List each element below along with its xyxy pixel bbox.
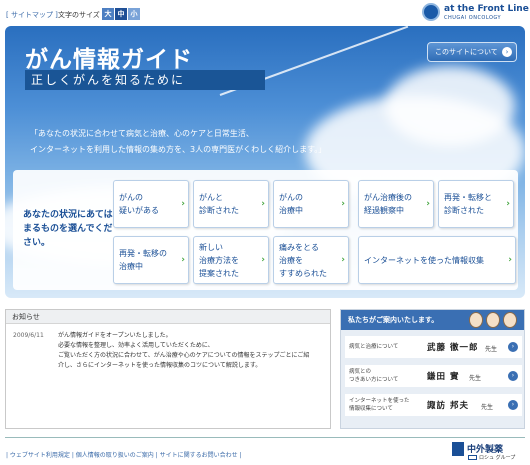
font-size-label: 文字のサイズ (58, 11, 100, 19)
choice-label: 再発・転移と 診断された (444, 193, 492, 215)
page-subtitle: 正しくがんを知るために (25, 70, 265, 90)
guide-suffix: 先生 (481, 404, 494, 411)
brand-name: at the Front Line (444, 4, 529, 14)
doctor-portrait-icon (503, 312, 517, 328)
chevron-right-icon: › (426, 199, 430, 209)
chugai-mark-icon (452, 442, 464, 456)
intro-line: インターネットを利用した情報の集め方を、3人の専門医がくわしく紹介します。」 (30, 145, 327, 154)
chevron-right-icon: › (506, 199, 510, 209)
panel-lead: あなたの状況にあてはまるものを選んでください。 (23, 210, 113, 248)
guide-suffix: 先生 (485, 346, 498, 353)
chevron-right-icon: › (181, 255, 185, 265)
guide-topic: 病気との つきあい方について (349, 369, 399, 383)
choice-label: がんの 治療中 (279, 193, 303, 215)
chevron-right-icon: › (508, 400, 518, 410)
hero-banner: がん情報ガイド 正しくがんを知るために このサイトについて › 「あなたの状況に… (5, 26, 525, 298)
page-title: がん情報ガイド (25, 47, 193, 73)
choice-suspected[interactable]: がんの 疑いがある › (113, 180, 189, 228)
globe-icon (422, 3, 440, 21)
chevron-right-icon: › (341, 255, 345, 265)
chevron-right-icon: › (341, 199, 345, 209)
chevron-right-icon: › (261, 199, 265, 209)
about-site-button[interactable]: このサイトについて › (427, 42, 517, 62)
notice-box: お知らせ 2009/6/11 がん情報ガイドをオープンいたしました。 必要な情報… (5, 309, 331, 429)
choice-label: がんと 診断された (199, 193, 239, 215)
notice-heading: お知らせ (6, 310, 330, 324)
notice-body: がん情報ガイドをオープンいたしました。 必要な情報を整理し、効率よく活用していた… (58, 331, 328, 371)
font-size-large-button[interactable]: 大 (102, 8, 114, 20)
choice-label: がんの 疑いがある (119, 193, 159, 215)
intro-text: 「あなたの状況に合わせて病気と治療、心のケアと日常生活、 インターネットを利用し… (30, 126, 370, 158)
brand-logo[interactable]: at the Front Line CHUGAI ONCOLOGY (422, 2, 529, 24)
chevron-right-icon: › (508, 255, 512, 265)
situation-panel: あなたの状況にあてはまるものを選んでください。 がんの 疑いがある › がんと 診断… (13, 170, 518, 290)
guide-topic: 病気と治療について (349, 344, 399, 350)
guide-name: 武藤 徹一郎 (427, 343, 479, 353)
chevron-right-icon: › (502, 47, 512, 57)
choice-label: がん治療後の 経過観察中 (364, 193, 412, 215)
guide-suffix: 先生 (469, 375, 482, 382)
guide-name: 諏訪 邦夫 (427, 401, 469, 411)
chevron-right-icon: › (508, 342, 518, 352)
choice-pain-treatment[interactable]: 痛みをとる 治療を すすめられた › (273, 236, 349, 284)
about-site-label: このサイトについて (435, 48, 498, 56)
company-logo[interactable]: 中外製薬 ロシュ グループ (452, 441, 522, 461)
chevron-right-icon: › (508, 371, 518, 381)
doctor-portrait-icon (469, 312, 483, 328)
guides-box: 私たちがご案内いたします。 病気と治療について 武藤 徹一郎 先生 › 病気との… (340, 309, 525, 429)
top-bar: [ サイトマップ ] 文字のサイズ 大 中 小 at the Front Lin… (0, 0, 530, 26)
choice-label: 再発・転移の 治療中 (119, 249, 167, 271)
choice-follow-up[interactable]: がん治療後の 経過観察中 › (358, 180, 434, 228)
doctor-portrait-icon (486, 312, 500, 328)
guide-row-muto[interactable]: 病気と治療について 武藤 徹一郎 先生 › (345, 336, 522, 358)
sitemap-link[interactable]: [ サイトマップ ] (6, 10, 58, 20)
notice-line: がん情報ガイドをオープンいたしました。 (58, 332, 172, 339)
brand-sub: CHUGAI ONCOLOGY (444, 15, 502, 21)
roche-hexagon-icon (468, 455, 477, 460)
chevron-right-icon: › (261, 255, 265, 265)
notice-line: 必要な情報を整理し、効率よく活用していただくために、 (58, 342, 214, 349)
font-size-small-button[interactable]: 小 (128, 8, 140, 20)
footer-links[interactable]: | ウェブサイト利用規定 | 個人情報の取り扱いのご案内 | サイトに関するお問… (6, 450, 242, 459)
choice-recurrence-diagnosed[interactable]: 再発・転移と 診断された › (438, 180, 514, 228)
guide-row-suwa[interactable]: インターネットを使った 情報収集について 諏訪 邦夫 先生 › (345, 394, 522, 416)
font-size-medium-button[interactable]: 中 (115, 8, 127, 20)
footer-divider (5, 437, 525, 438)
notice-date: 2009/6/11 (13, 332, 44, 339)
choice-recurrence-treatment[interactable]: 再発・転移の 治療中 › (113, 236, 189, 284)
guide-topic: インターネットを使った 情報収集について (349, 398, 410, 412)
choice-diagnosed[interactable]: がんと 診断された › (193, 180, 269, 228)
choice-new-treatment[interactable]: 新しい 治療方法を 提案された › (193, 236, 269, 284)
cloud-shape (385, 66, 515, 146)
choice-in-treatment[interactable]: がんの 治療中 › (273, 180, 349, 228)
notice-line: 介し、さらにインターネットを使った情報収集のコツについて解説します。 (58, 362, 262, 369)
choice-label: インターネットを使った情報収集 (364, 256, 484, 265)
guide-name: 鎌田 實 (427, 372, 460, 382)
guide-row-kamata[interactable]: 病気との つきあい方について 鎌田 實 先生 › (345, 365, 522, 387)
notice-line: ご覧いただく方の状況に合わせて、がん治療や心のケアについての情報をステップごとに… (58, 352, 310, 359)
group-label: ロシュ グループ (468, 454, 515, 461)
chevron-right-icon: › (181, 199, 185, 209)
intro-line: 「あなたの状況に合わせて病気と治療、心のケアと日常生活、 (30, 129, 254, 138)
choice-label: 新しい 治療方法を 提案された (199, 243, 239, 278)
choice-label: 痛みをとる 治療を すすめられた (279, 243, 327, 278)
choice-internet-info[interactable]: インターネットを使った情報収集 › (358, 236, 516, 284)
